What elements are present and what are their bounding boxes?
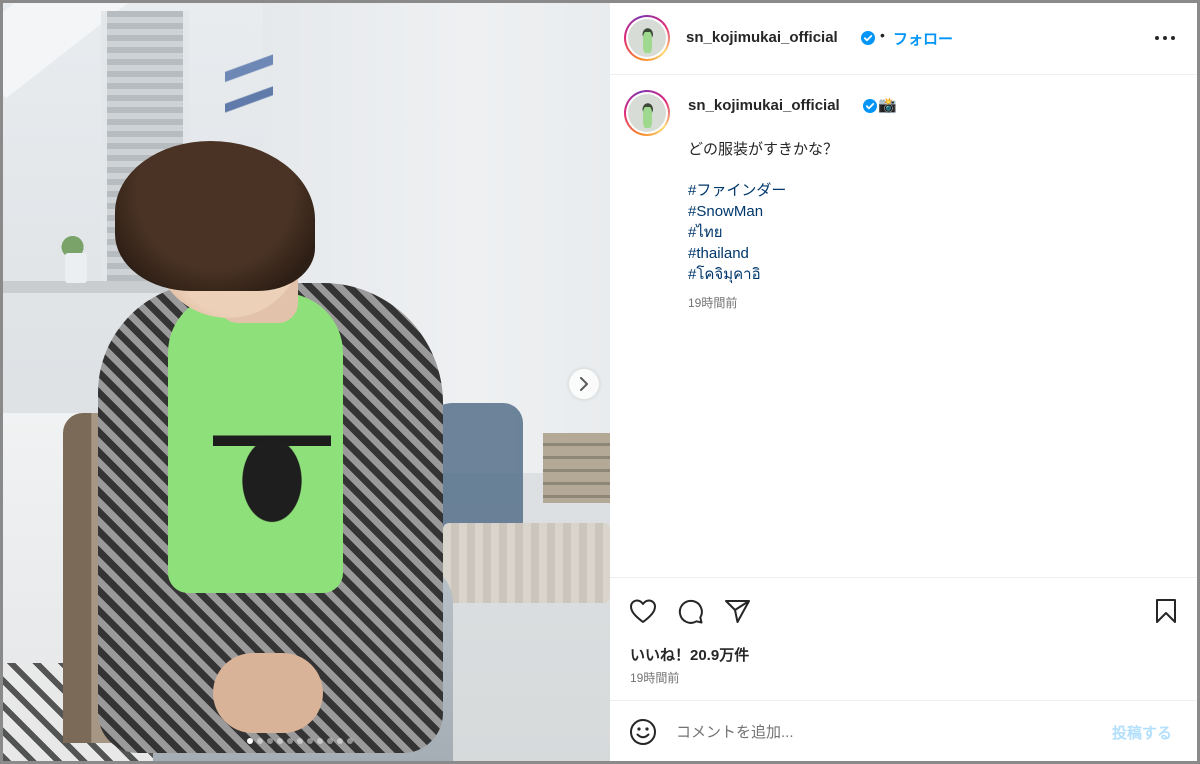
like-button[interactable] [628,596,658,626]
carousel-dot [257,738,263,744]
send-icon [724,599,750,623]
post-photo[interactable] [3,3,610,761]
window-frame: sn_kojimukai_official • フォロー sn_kojimuka… [0,0,1200,764]
post-timestamp[interactable]: 19時間前 [630,669,679,686]
hashtag-link[interactable]: #โคจิมุคาอิ [688,264,786,285]
heart-icon [630,599,656,623]
hashtag-list: #ファインダー #SnowMan #ไทย #thailand #โคจิมุค… [688,180,786,285]
comment-bar: 投稿する [610,700,1197,762]
chevron-right-icon [580,377,588,391]
post-comment-button[interactable]: 投稿する [1112,722,1172,743]
verified-badge-icon [859,98,877,116]
carousel-dots [247,738,353,744]
carousel-dot [307,738,313,744]
hashtag-link[interactable]: #ไทย [688,222,786,243]
photo-tshirt-print [213,413,331,563]
photo-books [543,433,610,503]
caption-username[interactable]: sn_kojimukai_official [688,97,840,114]
verified-badge-icon [857,30,875,48]
emoji-button[interactable] [628,717,658,747]
carousel-dot [247,738,253,744]
more-options-button[interactable] [1152,25,1178,51]
header-username[interactable]: sn_kojimukai_official [686,29,838,46]
photo-cushion [443,523,610,603]
likes-count[interactable]: いいね！20.9万件 [630,644,749,665]
hashtag-link[interactable]: #ファインダー [688,180,786,201]
more-horizontal-icon [1155,36,1175,40]
carousel-dot [337,738,343,744]
post-caption: sn_kojimukai_official 📸 どの服装がすきかな？ #ファイン… [610,76,1197,576]
carousel-dot [287,738,293,744]
carousel-dot [267,738,273,744]
smiley-icon [630,719,656,745]
caption-text: どの服装がすきかな？ [688,141,839,158]
photo-hands [213,653,323,733]
post-actions: いいね！20.9万件 19時間前 投稿する [610,577,1197,761]
caption-timestamp[interactable]: 19時間前 [688,294,737,311]
post-sidebar: sn_kojimukai_official • フォロー sn_kojimuka… [610,3,1197,761]
carousel-next-button[interactable] [569,369,599,399]
comment-icon [678,599,703,624]
carousel-dot [327,738,333,744]
comment-button[interactable] [675,596,705,626]
camera-emoji: 📸 [878,97,897,114]
header-separator: • [880,27,885,43]
photo-dreamcatcher [225,33,273,143]
post-header: sn_kojimukai_official • フォロー [610,3,1197,75]
follow-button[interactable]: フォロー [893,28,953,49]
photo-plant-pot [65,253,87,283]
carousel-dot [277,738,283,744]
carousel-dot [317,738,323,744]
hashtag-link[interactable]: #thailand [688,243,786,264]
carousel-dot [297,738,303,744]
save-button[interactable] [1151,596,1181,626]
caption-avatar[interactable] [624,90,670,136]
avatar[interactable] [624,15,670,61]
comment-input[interactable] [676,721,1076,743]
bookmark-icon [1156,599,1176,623]
hashtag-link[interactable]: #SnowMan [688,201,786,222]
carousel-dot [347,738,353,744]
share-button[interactable] [722,596,752,626]
